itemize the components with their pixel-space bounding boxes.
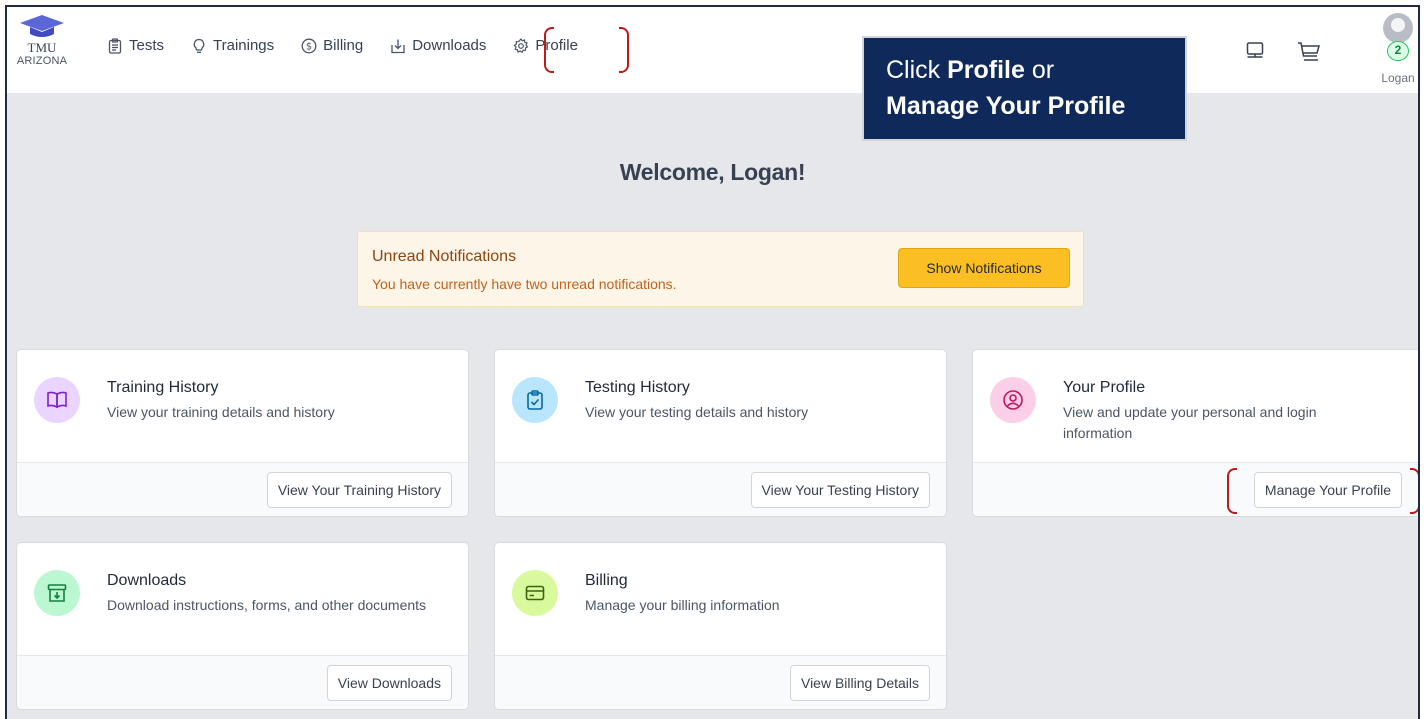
notification-count-badge: 2 — [1387, 41, 1409, 61]
view-downloads-button[interactable]: View Downloads — [326, 665, 452, 701]
user-menu[interactable]: 2 Logan — [1378, 13, 1418, 85]
callout-line1: Click Profile or — [886, 56, 1055, 84]
clipboard-icon — [108, 37, 122, 54]
top-navigation-bar: TMU ARIZONA Tests Trainings $ Billing Do… — [7, 7, 1418, 93]
card-footer: Manage Your Profile — [973, 462, 1418, 516]
view-testing-history-button[interactable]: View Your Testing History — [750, 472, 930, 508]
card-footer: View Billing Details — [495, 655, 946, 709]
nav-tests[interactable]: Tests — [107, 37, 164, 54]
clipboard-check-icon — [527, 390, 543, 410]
logo-line1: TMU — [27, 40, 57, 55]
notification-title: Unread Notifications — [372, 248, 517, 265]
cart-button[interactable] — [1297, 41, 1321, 68]
card-icon-circle — [512, 570, 558, 616]
nav-profile-label: Profile — [535, 37, 578, 54]
graduation-cap-icon — [20, 15, 64, 37]
card-description: View and update your personal and login … — [1063, 404, 1317, 441]
manage-profile-highlight-bracket-left — [1227, 468, 1237, 514]
card-testing-history: Testing History View your testing detail… — [494, 349, 947, 517]
svg-text:$: $ — [306, 41, 312, 52]
monitor-icon — [1246, 42, 1264, 58]
card-icon-circle — [34, 570, 80, 616]
notification-message: You have currently have two unread notif… — [372, 276, 677, 292]
card-title: Training History — [107, 379, 219, 396]
user-circle-icon — [1003, 390, 1023, 410]
avatar — [1383, 13, 1413, 43]
card-description: Download instructions, forms, and other … — [107, 597, 427, 613]
logo-line2: ARIZONA — [16, 55, 68, 67]
tmu-arizona-logo[interactable]: TMU ARIZONA — [9, 13, 75, 67]
card-title: Your Profile — [1063, 379, 1146, 396]
user-name: Logan — [1381, 71, 1415, 85]
card-billing: Billing Manage your billing information … — [494, 542, 947, 710]
manage-profile-highlight-bracket-right — [1410, 468, 1418, 514]
download-tray-icon — [391, 39, 405, 53]
nav-billing[interactable]: $ Billing — [301, 37, 363, 54]
page-title: Welcome, Logan! — [619, 159, 806, 185]
book-icon — [47, 391, 67, 409]
card-title: Billing — [585, 572, 628, 589]
nav-trainings-label: Trainings — [213, 37, 275, 54]
card-description: View your training details and history — [107, 404, 335, 420]
nav-downloads-label: Downloads — [412, 37, 487, 54]
card-footer: View Your Training History — [17, 462, 468, 516]
main-nav: Tests Trainings $ Billing Downloads Prof… — [107, 37, 578, 54]
instruction-callout: Click Profile or Manage Your Profile — [862, 36, 1187, 141]
callout-line2: Manage Your Profile — [886, 92, 1126, 120]
cart-icon — [1298, 42, 1320, 61]
card-footer: View Downloads — [17, 655, 468, 709]
app-window: TMU ARIZONA Tests Trainings $ Billing Do… — [5, 5, 1420, 719]
manage-your-profile-button[interactable]: Manage Your Profile — [1253, 472, 1402, 508]
nav-billing-label: Billing — [323, 37, 364, 54]
dollar-circle-icon: $ — [301, 38, 317, 53]
card-icon-circle — [34, 377, 80, 423]
card-description: View your testing details and history — [585, 404, 809, 420]
gear-icon — [514, 37, 529, 53]
card-your-profile: Your Profile View and update your person… — [972, 349, 1418, 517]
card-description: Manage your billing information — [585, 597, 780, 613]
card-icon-circle — [512, 377, 558, 423]
card-downloads: Downloads Download instructions, forms, … — [16, 542, 469, 710]
archive-download-icon — [47, 584, 67, 602]
nav-downloads[interactable]: Downloads — [390, 37, 486, 54]
nav-trainings[interactable]: Trainings — [191, 37, 274, 54]
card-footer: View Your Testing History — [495, 462, 946, 516]
lightbulb-icon — [193, 38, 205, 53]
view-billing-details-button[interactable]: View Billing Details — [789, 665, 930, 701]
card-title: Downloads — [107, 572, 187, 589]
credit-card-icon — [525, 585, 545, 601]
monitor-button[interactable] — [1245, 41, 1265, 66]
profile-highlight-bracket-right — [619, 27, 629, 73]
notification-banner: Unread Notifications You have currently … — [357, 231, 1084, 307]
card-icon-circle — [990, 377, 1036, 423]
card-title: Testing History — [585, 379, 690, 396]
view-training-history-button[interactable]: View Your Training History — [266, 472, 452, 508]
card-training-history: Training History View your training deta… — [16, 349, 469, 517]
nav-tests-label: Tests — [129, 37, 165, 54]
show-notifications-button[interactable]: Show Notifications — [898, 248, 1070, 288]
profile-highlight-bracket-left — [544, 27, 554, 73]
